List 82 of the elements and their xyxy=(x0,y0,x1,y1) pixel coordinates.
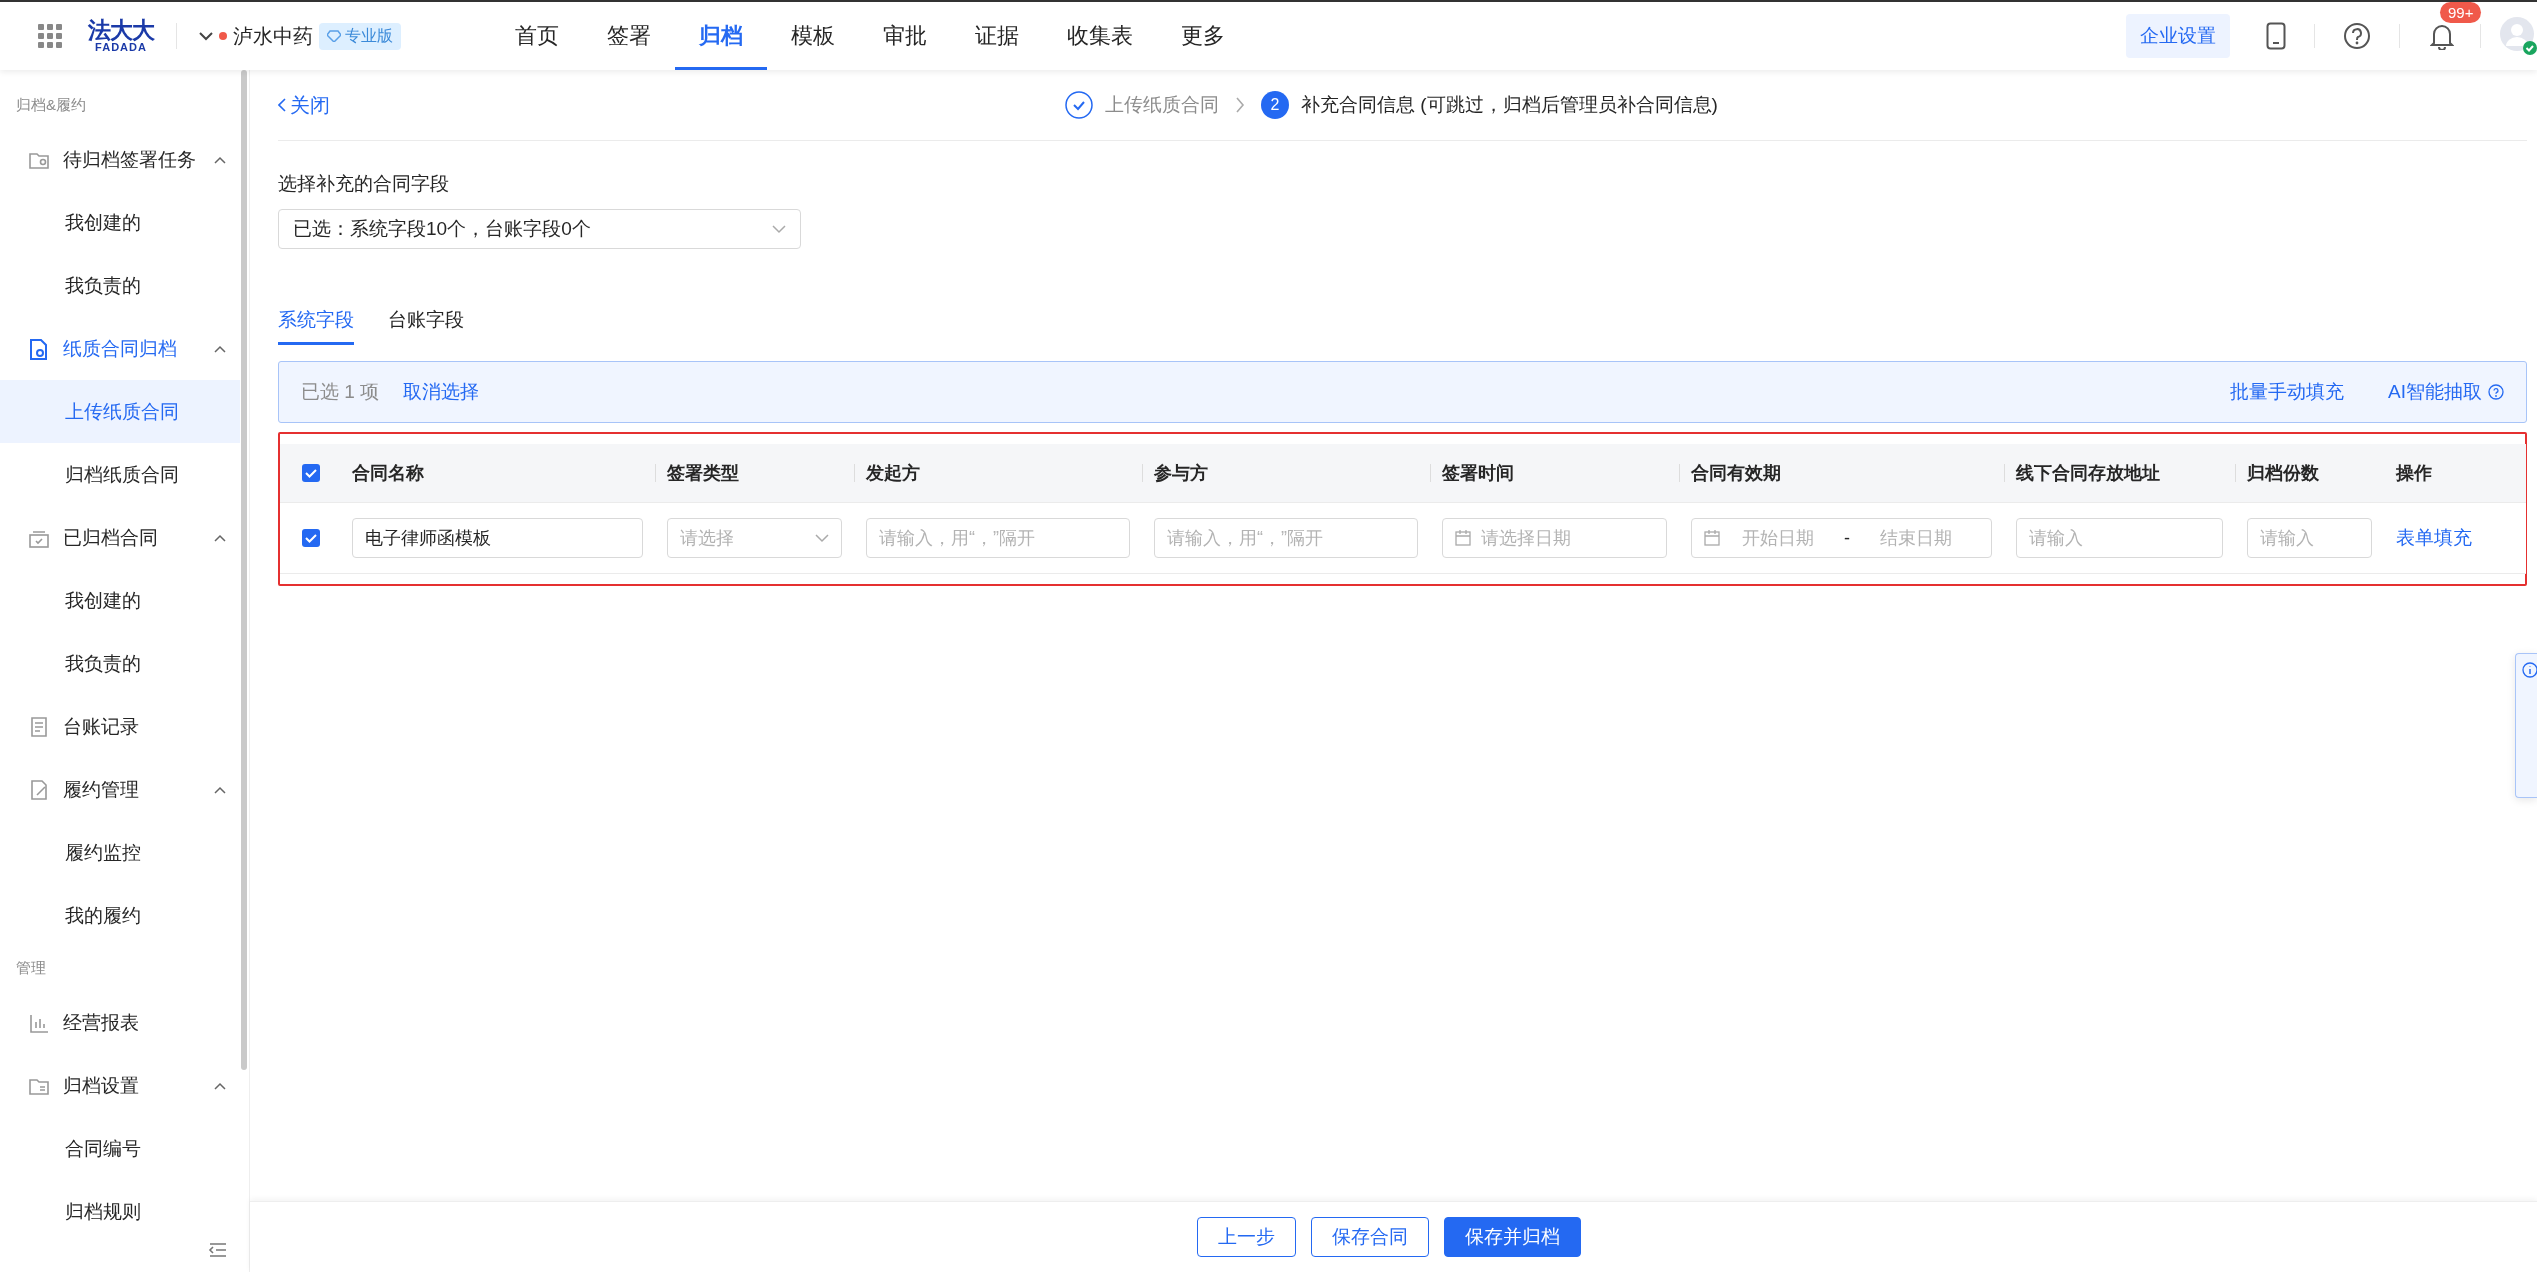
save-contract-button[interactable]: 保存合同 xyxy=(1310,1217,1429,1257)
ledger-icon xyxy=(28,715,50,738)
status-dot-icon xyxy=(219,32,227,40)
checked-checkbox[interactable] xyxy=(302,464,320,482)
field-select[interactable]: 已选：系统字段10个，台账字段0个 xyxy=(278,209,801,249)
chevron-right-icon xyxy=(1235,97,1245,113)
column-header: 合同有效期 xyxy=(1679,444,2004,503)
sidebar-item[interactable]: 我负责的 xyxy=(0,632,240,695)
sidebar-item[interactable]: 待归档签署任务 xyxy=(0,128,240,191)
sidebar-item[interactable]: 经营报表 xyxy=(0,991,240,1054)
edit-document-icon xyxy=(28,778,50,801)
sidebar-item[interactable]: 台账记录 xyxy=(0,695,240,758)
sidebar-item[interactable]: 纸质合同归档 xyxy=(0,317,240,380)
collapse-menu-icon[interactable] xyxy=(208,1242,228,1258)
previous-step-button[interactable]: 上一步 xyxy=(1196,1217,1296,1257)
tab[interactable]: 系统字段 xyxy=(278,303,354,345)
help-icon[interactable] xyxy=(2343,22,2371,50)
sidebar-item[interactable]: 归档规则 xyxy=(0,1180,240,1243)
column-header: 参与方 xyxy=(1142,444,1430,503)
logo: 法大大 FADADA xyxy=(88,19,154,53)
step-number: 2 xyxy=(1261,91,1289,119)
form-fill-link[interactable]: 表单填充 xyxy=(2396,527,2472,548)
sidebar-item[interactable]: 我负责的 xyxy=(0,254,240,317)
close-link[interactable]: 关闭 xyxy=(278,91,330,119)
ai-extract-link[interactable]: AI智能抽取 xyxy=(2388,379,2504,405)
sidebar-item[interactable]: 归档纸质合同 xyxy=(0,443,240,506)
enterprise-settings-button[interactable]: 企业设置 xyxy=(2126,14,2230,58)
scrollbar[interactable] xyxy=(241,70,247,1070)
field-label: 选择补充的合同字段 xyxy=(278,172,450,196)
chevron-down-icon xyxy=(772,224,786,234)
column-header: 操作 xyxy=(2384,444,2526,503)
nav-tab[interactable]: 证据 xyxy=(951,2,1043,70)
sidebar-item[interactable]: 我的履约 xyxy=(0,884,240,947)
sidebar-item[interactable]: 我创建的 xyxy=(0,191,240,254)
chevron-left-icon xyxy=(278,98,286,112)
calendar-icon xyxy=(1455,530,1471,546)
sidebar-item[interactable]: 我创建的 xyxy=(0,569,240,632)
nav-tab[interactable]: 签署 xyxy=(583,2,675,70)
phone-icon[interactable] xyxy=(2266,22,2286,50)
org-name[interactable]: 泸水中药 xyxy=(233,22,313,50)
date-range-field[interactable]: 开始日期 - 结束日期 xyxy=(1691,518,1992,558)
column-header: 线下合同存放地址 xyxy=(2004,444,2235,503)
plan-label: 专业版 xyxy=(345,25,393,46)
diamond-icon xyxy=(327,30,341,42)
column-header: 发起方 xyxy=(854,444,1142,503)
nav-tab[interactable]: 模板 xyxy=(767,2,859,70)
chevron-down-icon xyxy=(199,31,213,41)
sidebar-item[interactable]: 履约管理 xyxy=(0,758,240,821)
sidebar-item[interactable]: 上传纸质合同 xyxy=(0,380,240,443)
nav-tab[interactable]: 收集表 xyxy=(1043,2,1157,70)
column-header: 签署时间 xyxy=(1430,444,1679,503)
bell-icon[interactable] xyxy=(2430,22,2454,50)
chevron-down-icon xyxy=(815,533,829,543)
column-header: 签署类型 xyxy=(655,444,854,503)
section-title: 归档&履约 xyxy=(15,95,87,115)
calendar-icon xyxy=(1704,530,1720,546)
step-label: 补充合同信息 (可跳过，归档后管理员补合同信息) xyxy=(1301,93,1718,117)
help-icon xyxy=(2522,662,2537,678)
selection-count: 已选 1 项 xyxy=(301,380,380,404)
step-label: 上传纸质合同 xyxy=(1105,93,1219,117)
document-icon xyxy=(28,337,50,360)
nav-tab[interactable]: 审批 xyxy=(859,2,951,70)
avatar-icon[interactable] xyxy=(2499,15,2537,57)
sidebar-item[interactable]: 履约监控 xyxy=(0,821,240,884)
nav-tab[interactable]: 归档 xyxy=(675,2,767,70)
help-icon xyxy=(2488,384,2504,400)
checked-checkbox[interactable] xyxy=(302,529,320,547)
nav-tab[interactable]: 更多 xyxy=(1157,2,1249,70)
apps-grid-icon xyxy=(38,24,62,48)
input-field[interactable]: 电子律师函模板 xyxy=(352,518,643,558)
column-header: 合同名称 xyxy=(340,444,655,503)
sidebar-item[interactable]: 归档设置 xyxy=(0,1054,240,1117)
save-and-archive-button[interactable]: 保存并归档 xyxy=(1443,1217,1581,1257)
column-header: 归档份数 xyxy=(2235,444,2384,503)
sidebar-item[interactable]: 合同编号 xyxy=(0,1117,240,1180)
section-title: 管理 xyxy=(15,958,47,978)
nav-tab[interactable]: 首页 xyxy=(491,2,583,70)
clear-selection-link[interactable]: 取消选择 xyxy=(403,379,480,405)
batch-fill-link[interactable]: 批量手动填充 xyxy=(2230,379,2345,405)
tab[interactable]: 台账字段 xyxy=(388,303,464,345)
notification-badge: 99+ xyxy=(2440,2,2482,23)
sidebar-item[interactable]: 已归档合同 xyxy=(0,506,240,569)
